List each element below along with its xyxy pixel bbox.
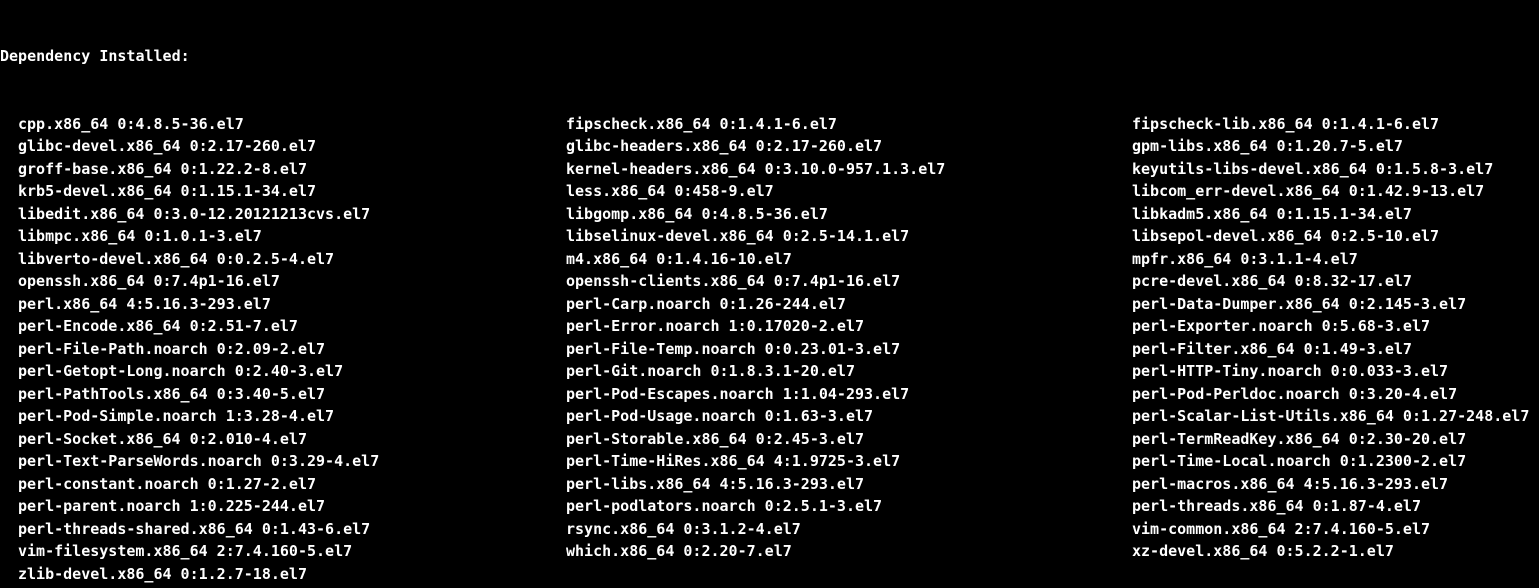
package-entry: libcom_err-devel.x86_64 0:1.42.9-13.el7 [1132,180,1539,203]
package-entry: openssh.x86_64 0:7.4p1-16.el7 [18,270,548,293]
package-entry: perl-Data-Dumper.x86_64 0:2.145-3.el7 [1132,293,1539,316]
package-entry: perl-podlators.noarch 0:2.5.1-3.el7 [566,495,1114,518]
package-entry: perl-Getopt-Long.noarch 0:2.40-3.el7 [18,360,548,383]
package-entry: perl-HTTP-Tiny.noarch 0:0.033-3.el7 [1132,360,1539,383]
package-entry: less.x86_64 0:458-9.el7 [566,180,1114,203]
package-entry: perl-libs.x86_64 4:5.16.3-293.el7 [566,473,1114,496]
package-columns: cpp.x86_64 0:4.8.5-36.el7glibc-devel.x86… [0,113,1539,586]
dependency-header: Dependency Installed: [0,45,1539,68]
package-entry: libkadm5.x86_64 0:1.15.1-34.el7 [1132,203,1539,226]
package-entry: perl-threads.x86_64 0:1.87-4.el7 [1132,495,1539,518]
package-entry: perl-File-Path.noarch 0:2.09-2.el7 [18,338,548,361]
package-entry: libselinux-devel.x86_64 0:2.5-14.1.el7 [566,225,1114,248]
package-entry: perl.x86_64 4:5.16.3-293.el7 [18,293,548,316]
package-entry: libverto-devel.x86_64 0:0.2.5-4.el7 [18,248,548,271]
package-entry: libsepol-devel.x86_64 0:2.5-10.el7 [1132,225,1539,248]
package-entry: perl-Error.noarch 1:0.17020-2.el7 [566,315,1114,338]
package-entry: perl-Exporter.noarch 0:5.68-3.el7 [1132,315,1539,338]
package-entry: perl-TermReadKey.x86_64 0:2.30-20.el7 [1132,428,1539,451]
package-entry: pcre-devel.x86_64 0:8.32-17.el7 [1132,270,1539,293]
package-entry: gpm-libs.x86_64 0:1.20.7-5.el7 [1132,135,1539,158]
package-entry: fipscheck-lib.x86_64 0:1.4.1-6.el7 [1132,113,1539,136]
package-entry: perl-File-Temp.noarch 0:0.23.01-3.el7 [566,338,1114,361]
package-column-1: cpp.x86_64 0:4.8.5-36.el7glibc-devel.x86… [0,113,548,586]
package-entry: perl-Carp.noarch 0:1.26-244.el7 [566,293,1114,316]
package-entry: krb5-devel.x86_64 0:1.15.1-34.el7 [18,180,548,203]
package-entry: groff-base.x86_64 0:1.22.2-8.el7 [18,158,548,181]
package-entry: perl-Text-ParseWords.noarch 0:3.29-4.el7 [18,450,548,473]
package-entry: perl-Encode.x86_64 0:2.51-7.el7 [18,315,548,338]
package-entry: perl-macros.x86_64 4:5.16.3-293.el7 [1132,473,1539,496]
package-entry: mpfr.x86_64 0:3.1.1-4.el7 [1132,248,1539,271]
package-entry: glibc-headers.x86_64 0:2.17-260.el7 [566,135,1114,158]
package-entry: cpp.x86_64 0:4.8.5-36.el7 [18,113,548,136]
package-entry: perl-Time-HiRes.x86_64 4:1.9725-3.el7 [566,450,1114,473]
package-column-2: fipscheck.x86_64 0:1.4.1-6.el7glibc-head… [548,113,1114,586]
package-entry: xz-devel.x86_64 0:5.2.2-1.el7 [1132,540,1539,563]
package-entry: vim-filesystem.x86_64 2:7.4.160-5.el7 [18,540,548,563]
package-entry: fipscheck.x86_64 0:1.4.1-6.el7 [566,113,1114,136]
package-entry: libgomp.x86_64 0:4.8.5-36.el7 [566,203,1114,226]
package-entry: zlib-devel.x86_64 0:1.2.7-18.el7 [18,563,548,586]
package-entry: perl-Pod-Perldoc.noarch 0:3.20-4.el7 [1132,383,1539,406]
package-entry: perl-Socket.x86_64 0:2.010-4.el7 [18,428,548,451]
package-column-3: fipscheck-lib.x86_64 0:1.4.1-6.el7gpm-li… [1114,113,1539,586]
package-entry: perl-Scalar-List-Utils.x86_64 0:1.27-248… [1132,405,1539,428]
package-entry: vim-common.x86_64 2:7.4.160-5.el7 [1132,518,1539,541]
package-entry: libmpc.x86_64 0:1.0.1-3.el7 [18,225,548,248]
package-entry: perl-threads-shared.x86_64 0:1.43-6.el7 [18,518,548,541]
package-entry: perl-Filter.x86_64 0:1.49-3.el7 [1132,338,1539,361]
package-entry: m4.x86_64 0:1.4.16-10.el7 [566,248,1114,271]
package-entry: perl-Storable.x86_64 0:2.45-3.el7 [566,428,1114,451]
package-entry: perl-Time-Local.noarch 0:1.2300-2.el7 [1132,450,1539,473]
package-entry: which.x86_64 0:2.20-7.el7 [566,540,1114,563]
terminal-output[interactable]: Dependency Installed: cpp.x86_64 0:4.8.5… [0,0,1539,588]
package-entry: perl-Git.noarch 0:1.8.3.1-20.el7 [566,360,1114,383]
package-entry: openssh-clients.x86_64 0:7.4p1-16.el7 [566,270,1114,293]
package-entry: libedit.x86_64 0:3.0-12.20121213cvs.el7 [18,203,548,226]
package-entry: glibc-devel.x86_64 0:2.17-260.el7 [18,135,548,158]
package-entry: perl-Pod-Escapes.noarch 1:1.04-293.el7 [566,383,1114,406]
package-entry: kernel-headers.x86_64 0:3.10.0-957.1.3.e… [566,158,1114,181]
package-entry: perl-Pod-Simple.noarch 1:3.28-4.el7 [18,405,548,428]
package-entry: perl-Pod-Usage.noarch 0:1.63-3.el7 [566,405,1114,428]
package-entry: rsync.x86_64 0:3.1.2-4.el7 [566,518,1114,541]
package-entry: perl-parent.noarch 1:0.225-244.el7 [18,495,548,518]
package-entry: perl-PathTools.x86_64 0:3.40-5.el7 [18,383,548,406]
package-entry: perl-constant.noarch 0:1.27-2.el7 [18,473,548,496]
package-entry: keyutils-libs-devel.x86_64 0:1.5.8-3.el7 [1132,158,1539,181]
